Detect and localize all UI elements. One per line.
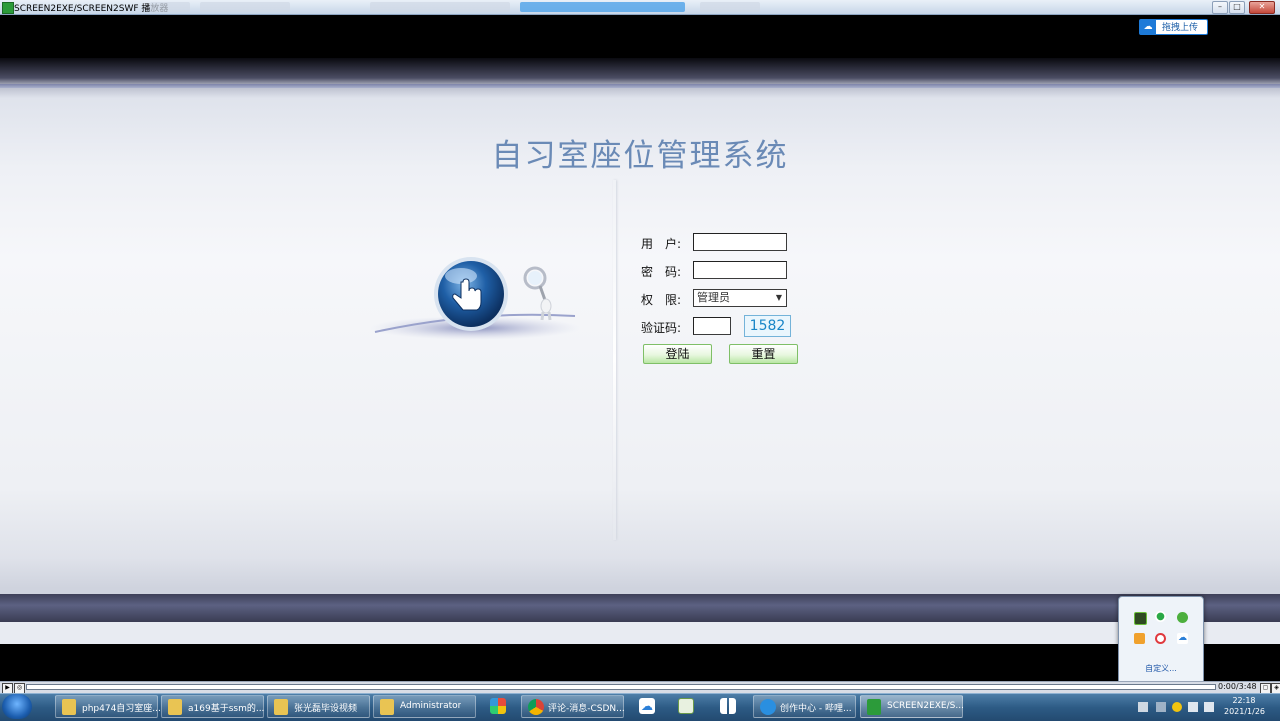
notepad-icon (678, 698, 694, 714)
taskbar-clock[interactable]: 22:18 2021/1/26 (1224, 695, 1266, 717)
captcha-input[interactable] (693, 317, 731, 335)
baidu-cloud-icon[interactable]: ☁ (1177, 633, 1188, 644)
cloud-icon: ☁ (1140, 20, 1156, 34)
taskbar-app[interactable] (710, 695, 746, 718)
username-input[interactable] (693, 233, 787, 251)
baidu-cloud-icon: ☁ (639, 698, 655, 714)
folder-icon (168, 699, 182, 715)
taskbar-item-label: 创作中心 - 哔哩... (780, 704, 852, 714)
taskbar-item[interactable]: php474自习室座... (55, 695, 161, 718)
page-title: 自习室座位管理系统 (491, 138, 789, 174)
captcha-code[interactable]: 1582 (744, 315, 791, 337)
vertical-divider (613, 180, 616, 540)
qq-icon[interactable] (1172, 702, 1182, 712)
minimize-button[interactable]: – (1212, 1, 1228, 14)
edge-icon (760, 699, 776, 715)
user-label: 用 户: (641, 237, 682, 251)
login-button[interactable]: 登陆 (643, 344, 712, 364)
taskbar-item-label: SCREEN2EXE/S... (887, 701, 964, 711)
nvidia-icon[interactable] (1134, 612, 1147, 625)
top-band (0, 84, 1280, 88)
start-button[interactable] (2, 694, 32, 719)
captcha-label: 验证码: (641, 321, 682, 335)
role-select-value: 管理员 (697, 291, 730, 304)
taskbar-item[interactable]: SCREEN2EXE/S... (860, 695, 964, 718)
chrome-icon (528, 699, 544, 715)
wechat-icon[interactable]: ● (1155, 611, 1166, 622)
ghost-tab (200, 2, 290, 12)
player-timecode: 0:00/3:48 (1218, 682, 1257, 691)
orange-app-icon[interactable] (1134, 633, 1145, 644)
screen2exe-icon (867, 699, 881, 715)
upload-button[interactable]: ☁ 拖拽上传 (1139, 19, 1208, 35)
player-letterbox (0, 644, 1280, 680)
taskbar-item[interactable]: 评论-消息-CSDN... (521, 695, 625, 718)
folder-icon (62, 699, 76, 715)
clock-time: 22:18 (1232, 696, 1256, 705)
clock-date: 2021/1/26 (1224, 707, 1266, 716)
login-illustration (370, 257, 580, 340)
taskbar-app[interactable] (668, 695, 704, 718)
ghost-tab (150, 2, 190, 12)
speaker-icon[interactable] (1188, 702, 1198, 712)
taskbar-item[interactable]: a169基于ssm的... (161, 695, 264, 718)
taskbar-item[interactable]: 创作中心 - 哔哩... (753, 695, 856, 718)
player-window-title: SCREEN2EXE/SCREEN2SWF 播放器 (14, 4, 169, 14)
taskbar-item-label: 张光磊毕设视频 (294, 704, 358, 714)
keyboard-icon[interactable] (1138, 702, 1148, 712)
app-launcher-icon (490, 698, 506, 714)
seek-bar[interactable] (26, 684, 1216, 690)
folder-icon (274, 699, 288, 715)
taskbar-item[interactable]: Administrator (373, 695, 476, 718)
taskbar-item-label: 评论-消息-CSDN... (548, 704, 625, 714)
close-button[interactable]: ✕ (1249, 1, 1275, 14)
taskbar-item-label: a169基于ssm的... (188, 704, 265, 714)
player-app-icon (2, 2, 14, 14)
reset-button[interactable]: 重置 (729, 344, 798, 364)
role-label: 权 限: (641, 293, 682, 307)
page-footer-strip (0, 622, 1280, 644)
ghost-tab-active (520, 2, 685, 12)
network-icon[interactable] (1156, 702, 1166, 712)
role-select[interactable]: 管理员 ▼ (693, 289, 787, 307)
maximize-button[interactable]: □ (1229, 1, 1245, 14)
ghost-tab (370, 2, 510, 12)
tray-customize-link[interactable]: 自定义... (1119, 663, 1203, 674)
taskbar-item-label: Administrator (400, 701, 462, 711)
taskbar-app[interactable]: ☁ (629, 695, 665, 718)
upload-button-label: 拖拽上传 (1162, 23, 1199, 33)
bottom-band (0, 594, 1280, 622)
chat-icon[interactable] (1177, 612, 1188, 623)
dropdown-arrow-icon: ▼ (775, 293, 782, 302)
window-tiles-icon (720, 698, 736, 714)
taskbar-app[interactable] (480, 695, 516, 718)
folder-icon (380, 699, 394, 715)
player-title-bar: SCREEN2EXE/SCREEN2SWF 播放器 – □ ✕ (0, 0, 1280, 15)
password-input[interactable] (693, 261, 787, 279)
action-center-icon[interactable] (1204, 702, 1214, 712)
taskbar-item-label: php474自习室座... (82, 704, 161, 714)
password-label: 密 码: (641, 265, 682, 279)
huawei-icon[interactable] (1155, 633, 1166, 644)
taskbar-item[interactable]: 张光磊毕设视频 (267, 695, 370, 718)
ghost-tab (700, 2, 760, 12)
tray-overflow-popup: ● ☁ 自定义... (1118, 596, 1204, 686)
